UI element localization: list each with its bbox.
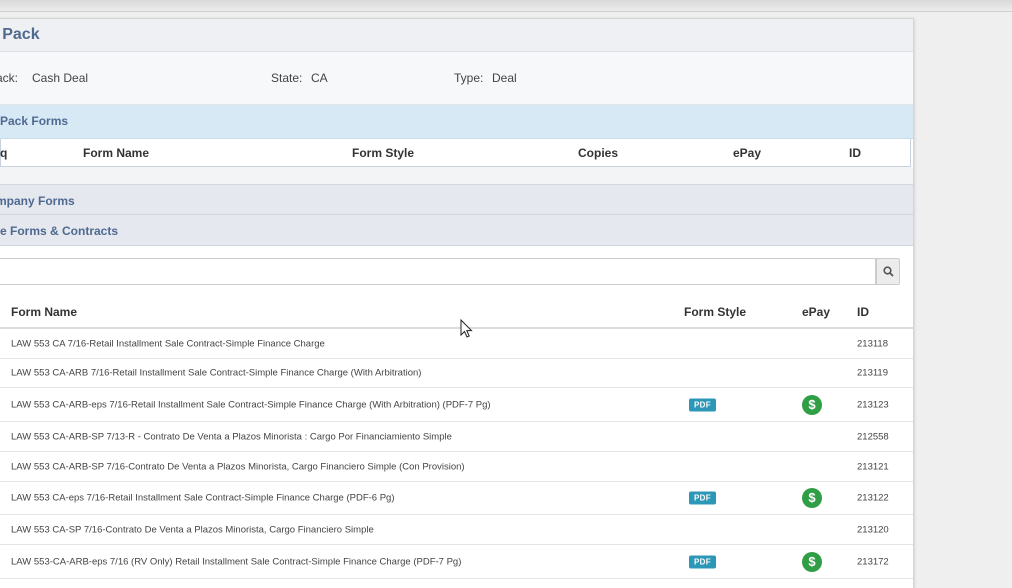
spacer [0, 167, 913, 184]
pack-value: Cash Deal [32, 71, 89, 85]
form-name-cell[interactable]: LAW 553 CA-SP 7/16-Contrato De Venta a P… [11, 524, 374, 535]
table-row[interactable]: LAW 553 CA-ARB-eps 7/16-Retail Installme… [0, 388, 913, 422]
pack-label: ack: [0, 71, 19, 85]
pack-forms-title: Pack Forms [0, 114, 69, 128]
col-copies[interactable]: Copies [578, 146, 618, 160]
search-row [0, 246, 913, 298]
form-name-cell[interactable]: LAW 553 CA-ARB-SP 7/16-Contrato De Venta… [11, 461, 465, 472]
pdf-badge: PDF [689, 555, 716, 568]
form-name-cell[interactable]: LAW 553 CA-ARB-eps 7/16-Retail Installme… [11, 399, 491, 410]
state-forms-header[interactable]: te Forms & Contracts [0, 215, 913, 246]
dollar-circle-icon[interactable]: $ [802, 488, 822, 508]
company-forms-title: mpany Forms [0, 194, 75, 208]
form-id-cell: 213122 [857, 492, 889, 504]
form-name-cell[interactable]: LAW 553-CA-ARB-eps 7/16 (RV Only) Retail… [11, 556, 461, 567]
company-forms-header[interactable]: mpany Forms [0, 184, 913, 215]
pdf-badge: PDF [689, 491, 716, 505]
state-value: CA [311, 71, 328, 85]
pack-forms-header[interactable]: Pack Forms [0, 105, 913, 139]
search-icon [883, 266, 894, 277]
col-epay[interactable]: ePay [733, 146, 761, 160]
dollar-circle-icon[interactable]: $ [802, 551, 822, 572]
state-label: State: [271, 71, 303, 85]
state-forms-table-header: Form Name Form Style ePay ID [0, 298, 913, 329]
pdf-badge: PDF [689, 398, 716, 411]
state-forms-title: te Forms & Contracts [0, 224, 119, 238]
form-name-cell[interactable]: LAW 553 CA-ARB-SP 7/13-R - Contrato De V… [11, 431, 452, 442]
form-id-cell: 213172 [857, 556, 889, 567]
table-row[interactable]: LAW 553-CA-ARB-eps 7/16 (RV Only) Retail… [0, 545, 913, 579]
form-id-cell: 213119 [857, 367, 888, 379]
table-row[interactable]: LAW 553 CA-ARB 7/16-Retail Installment S… [0, 359, 913, 388]
form-id-cell: 213120 [857, 524, 889, 535]
col-form-style[interactable]: Form Style [684, 305, 746, 319]
table-row[interactable]: $ [0, 579, 913, 588]
table-row[interactable]: LAW 553 CA-ARB-SP 7/16-Contrato De Venta… [0, 452, 913, 482]
pack-info: ack: Cash Deal State: CA Type: Deal [0, 52, 913, 105]
top-bar [0, 0, 1012, 12]
state-forms-table-body: LAW 553 CA 7/16-Retail Installment Sale … [0, 329, 913, 588]
search-button[interactable] [876, 258, 900, 285]
forms-pack-panel: n Pack ack: Cash Deal State: CA Type: De… [0, 18, 914, 588]
form-id-cell: 213123 [857, 399, 889, 410]
type-label: Type: [454, 71, 484, 85]
col-id[interactable]: ID [857, 305, 869, 319]
col-seq[interactable]: q [0, 146, 7, 160]
form-name-cell[interactable]: LAW 553 CA 7/16-Retail Installment Sale … [11, 338, 325, 349]
col-form-name[interactable]: Form Name [11, 305, 77, 319]
table-row[interactable]: LAW 553 CA 7/16-Retail Installment Sale … [0, 329, 913, 359]
type-value: Deal [492, 71, 517, 85]
form-id-cell: 213118 [857, 338, 888, 349]
dollar-circle-icon[interactable]: $ [802, 394, 822, 415]
col-form-style[interactable]: Form Style [352, 146, 414, 160]
search-input[interactable] [0, 258, 876, 285]
mouse-cursor-icon [460, 319, 473, 338]
table-row[interactable]: LAW 553 CA-ARB-SP 7/13-R - Contrato De V… [0, 422, 913, 452]
col-epay[interactable]: ePay [802, 305, 830, 319]
panel-title: n Pack [0, 26, 40, 43]
form-id-cell: 213121 [857, 461, 889, 472]
form-id-cell: 212558 [857, 431, 889, 442]
pack-forms-table-header: q Form Name Form Style Copies ePay ID [0, 139, 911, 167]
col-form-name[interactable]: Form Name [83, 146, 149, 160]
form-name-cell[interactable]: LAW 553 CA-ARB 7/16-Retail Installment S… [11, 368, 421, 379]
form-name-cell[interactable]: LAW 553 CA-eps 7/16-Retail Installment S… [11, 493, 395, 504]
table-row[interactable]: LAW 553 CA-eps 7/16-Retail Installment S… [0, 482, 913, 515]
table-row[interactable]: LAW 553 CA-SP 7/16-Contrato De Venta a P… [0, 515, 913, 545]
panel-header: n Pack [0, 19, 913, 52]
col-id[interactable]: ID [849, 146, 861, 160]
